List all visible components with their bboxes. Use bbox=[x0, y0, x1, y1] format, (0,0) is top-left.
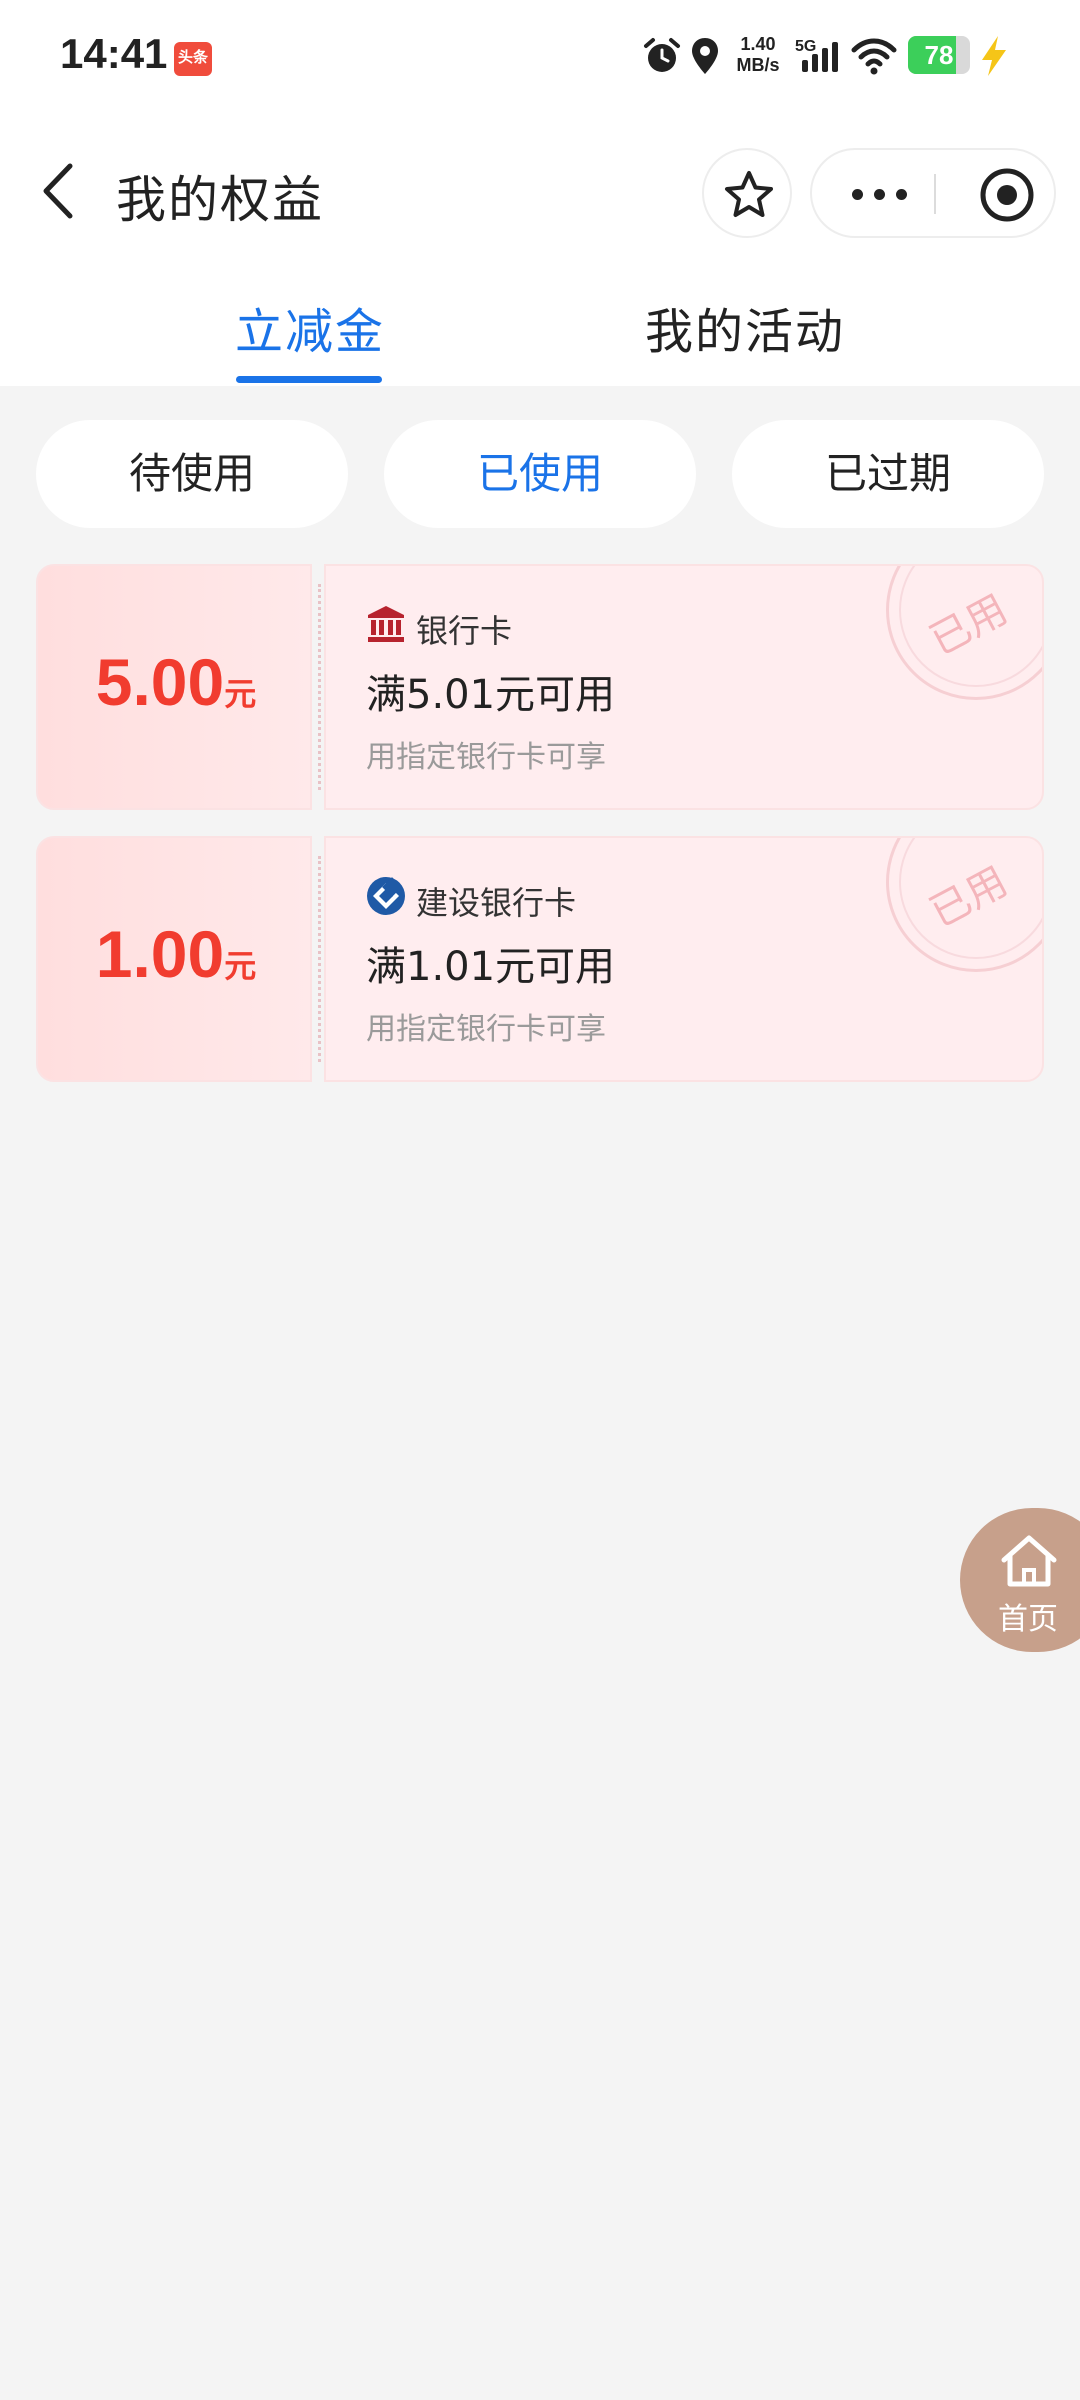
alarm-icon bbox=[644, 38, 680, 72]
status-bar: 14:41 头条 1.40 MB/s 5G 78 bbox=[0, 0, 1080, 116]
page-title: 我的权益 bbox=[116, 171, 324, 229]
more-button[interactable] bbox=[812, 150, 932, 236]
ccb-logo-icon bbox=[367, 877, 405, 915]
tab-bar: 立减金 我的活动 bbox=[0, 266, 1080, 386]
bank-name: 建设银行卡 bbox=[416, 884, 577, 922]
coupon-amount: 1.00元 bbox=[38, 916, 314, 992]
target-icon bbox=[980, 168, 1034, 222]
favorite-button[interactable] bbox=[702, 148, 792, 238]
mini-program-capsule bbox=[810, 148, 1056, 238]
coupon-condition: 满1.01元可用 bbox=[366, 944, 616, 990]
coupon-detail-panel: 银行卡 满5.01元可用 用指定银行卡可享 已用 bbox=[324, 564, 1044, 810]
perforation bbox=[318, 856, 321, 1062]
bank-name: 银行卡 bbox=[416, 612, 513, 650]
more-dots-icon bbox=[852, 189, 863, 200]
capsule-divider bbox=[934, 174, 936, 214]
coupon-note: 用指定银行卡可享 bbox=[366, 1012, 606, 1047]
location-icon bbox=[692, 38, 718, 74]
coupon-note: 用指定银行卡可享 bbox=[366, 740, 606, 775]
amount-value: 1.00 bbox=[95, 917, 225, 991]
signal-icon bbox=[802, 42, 838, 72]
status-time: 14:41 bbox=[60, 30, 168, 77]
amount-unit: 元 bbox=[224, 947, 257, 985]
coupon-detail-panel: 建设银行卡 满1.01元可用 用指定银行卡可享 已用 bbox=[324, 836, 1044, 1082]
wifi-icon bbox=[851, 38, 897, 75]
tab-discount[interactable]: 立减金 bbox=[200, 292, 420, 362]
coupon-amount: 5.00元 bbox=[38, 644, 314, 720]
coupon-card[interactable]: 5.00元 银行卡 满5.01元可用 用指定银行卡可享 已用 bbox=[36, 564, 1044, 810]
bank-building-icon bbox=[368, 606, 404, 642]
coupon-amount-panel: 5.00元 bbox=[36, 564, 312, 810]
amount-value: 5.00 bbox=[95, 645, 225, 719]
amount-unit: 元 bbox=[224, 675, 257, 713]
battery-icon: 78 bbox=[908, 36, 970, 74]
battery-level: 78 bbox=[924, 40, 954, 70]
tab-my-activities[interactable]: 我的活动 bbox=[620, 292, 870, 362]
active-tab-indicator bbox=[236, 376, 382, 383]
coupon-card[interactable]: 1.00元 建设银行卡 满1.01元可用 用指定银行卡可享 已用 bbox=[36, 836, 1044, 1082]
back-arrow-icon[interactable] bbox=[30, 156, 86, 226]
home-button[interactable]: 首页 bbox=[960, 1508, 1080, 1652]
close-miniprogram-button[interactable] bbox=[962, 150, 1052, 236]
filter-unused[interactable]: 待使用 bbox=[36, 420, 348, 528]
net-speed: 1.40 MB/s bbox=[736, 34, 780, 75]
home-label: 首页 bbox=[998, 1602, 1058, 1637]
used-stamp: 已用 bbox=[886, 566, 1042, 700]
filter-expired[interactable]: 已过期 bbox=[732, 420, 1044, 528]
filter-used[interactable]: 已使用 bbox=[384, 420, 696, 528]
star-icon bbox=[725, 171, 773, 217]
used-stamp: 已用 bbox=[886, 838, 1042, 972]
coupon-amount-panel: 1.00元 bbox=[36, 836, 312, 1082]
coupon-condition: 满5.01元可用 bbox=[366, 672, 616, 718]
home-icon bbox=[1001, 1535, 1057, 1587]
header: 我的权益 bbox=[0, 116, 1080, 266]
perforation bbox=[318, 584, 321, 790]
toutiao-app-icon: 头条 bbox=[174, 42, 212, 76]
charging-bolt-icon bbox=[982, 36, 1006, 76]
